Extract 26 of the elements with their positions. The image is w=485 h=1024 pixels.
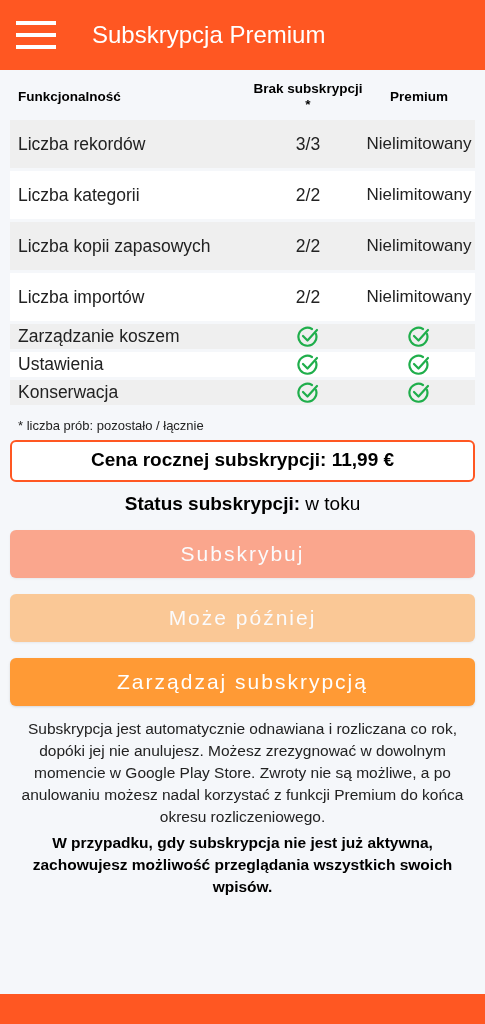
feature-cell-text: Liczba importów <box>17 285 146 309</box>
column-header: Brak subskrypcji * <box>253 81 363 113</box>
column-header: Premium <box>389 87 449 106</box>
table-cell-text: 2/2 <box>294 234 322 258</box>
info-text: Subskrypcja jest automatycznie odnawiana i rozliczana co rok, dopóki jej nie anulujesz. Możesz zrezygnować w dowolnym momencie w Google Play Store. Zwroty nie są możliwe, a po anulowaniu możesz nadal korzystać z funkcji Premium do końca okresu rozliczeniowego. <box>20 719 465 827</box>
feature-cell-text: Liczba rekordów <box>17 132 147 156</box>
subscription-status: Status subskrypcji: w toku <box>123 491 362 516</box>
table-cell-text: Nielimitowany <box>365 235 473 257</box>
table-cell-text: 2/2 <box>294 183 322 207</box>
feature-cell-text: Liczba kopii zapasowych <box>17 234 212 258</box>
app-title: Subskrypcja Premium <box>92 20 326 50</box>
table-cell-text: Nielimitowany <box>365 184 473 206</box>
action-button[interactable]: Zarządzaj subskrypcją <box>10 658 475 706</box>
feature-cell-text: Zarządzanie koszem <box>17 325 181 349</box>
feature-cell-text: Konserwacja <box>17 381 120 405</box>
table-cell-text: 2/2 <box>294 285 322 309</box>
info-note: W przypadku, gdy subskrypcja nie jest już aktywna, zachowujesz możliwość przeglądania wszystkich swoich wpisów. <box>31 833 454 897</box>
feature-cell-text: Liczba kategorii <box>17 183 141 207</box>
table-cell-text: Nielimitowany <box>365 133 473 155</box>
price-box: Cena rocznej subskrypcji: 11,99 € <box>10 439 475 482</box>
table-cell-text: 3/3 <box>294 132 322 156</box>
table-cell-text: Nielimitowany <box>365 286 473 308</box>
feature-cell-text: Ustawienia <box>17 353 105 377</box>
menu-icon[interactable] <box>16 21 56 49</box>
footnote: * liczba prób: pozostało / łącznie <box>17 417 205 435</box>
column-header: Funkcjonalność <box>17 87 122 106</box>
